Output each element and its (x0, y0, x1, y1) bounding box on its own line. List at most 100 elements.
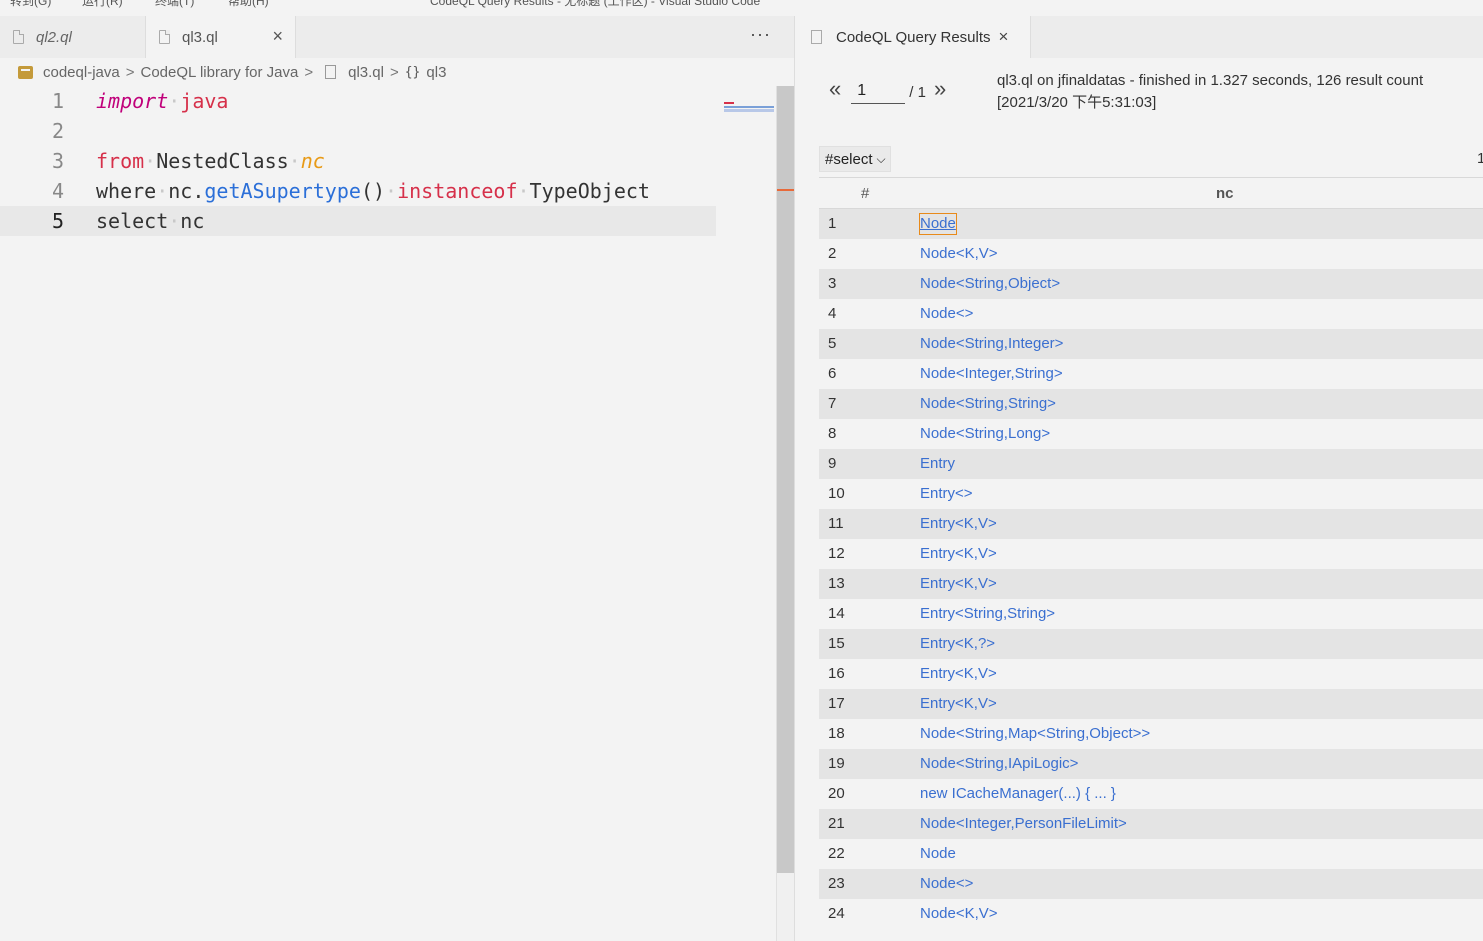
result-link[interactable]: Node<Integer,PersonFileLimit> (920, 809, 1127, 839)
minimap[interactable] (722, 102, 776, 114)
result-link[interactable]: Entry<K,V> (920, 659, 997, 689)
code-token: java (180, 89, 229, 113)
result-set-select[interactable]: #select ⌵ (819, 146, 891, 172)
table-header: # nc (819, 177, 1483, 209)
menu-help[interactable]: 帮助(H) (228, 0, 269, 9)
table-row: 20 new ICacheManager(...) { ... } (819, 779, 1483, 809)
table-row: 3 Node<String,Object> (819, 269, 1483, 299)
code-token: instanceof (397, 179, 518, 203)
line-number: 3 (51, 149, 64, 173)
tab-codeql-results[interactable]: CodeQL Query Results × (795, 16, 1031, 58)
menu-terminal[interactable]: 终端(T) (155, 0, 194, 9)
editor-tabbar: ql2.ql ql3.ql × ··· (0, 16, 794, 58)
row-index: 14 (828, 605, 845, 622)
code-editor[interactable]: 1 import·java 2 3 from·NestedClass·nc 4 where·… (0, 86, 776, 941)
result-link[interactable]: Node<String,IApiLogic> (920, 749, 1078, 779)
result-link[interactable]: Node<> (920, 869, 973, 899)
result-count-edge: 1 (1477, 150, 1483, 167)
result-link[interactable]: Node<> (920, 299, 973, 329)
row-index: 12 (828, 545, 845, 562)
breadcrumb-root[interactable]: codeql-java (43, 64, 120, 81)
row-index: 11 (828, 515, 844, 532)
result-link[interactable]: Node (919, 213, 957, 235)
result-link[interactable]: Node<Integer,String> (920, 359, 1063, 389)
code-token: select (96, 209, 169, 233)
tab-ql3[interactable]: ql3.ql × (146, 16, 296, 58)
result-link[interactable]: Entry<K,?> (920, 629, 995, 659)
result-link[interactable]: Node<String,Long> (920, 419, 1050, 449)
breadcrumb-symbol[interactable]: ql3 (426, 64, 446, 81)
code-text: select·nc (96, 206, 204, 236)
result-link[interactable]: Node<String,Map<String,Object>> (920, 719, 1150, 749)
table-row: 17 Entry<K,V> (819, 689, 1483, 719)
code-line[interactable]: 2 (0, 116, 716, 146)
code-text: import·java (96, 86, 228, 116)
tab-label: ql3.ql (182, 28, 218, 46)
row-index: 24 (828, 905, 845, 922)
code-token: nc. (168, 179, 205, 203)
scrollbar-thumb[interactable] (777, 86, 794, 873)
code-token: () (360, 179, 386, 203)
result-link[interactable]: Node<K,V> (920, 239, 998, 269)
result-link[interactable]: Node<String,Object> (920, 269, 1060, 299)
query-summary: ql3.ql on jfinaldatas - finished in 1.32… (997, 72, 1424, 111)
result-link[interactable]: Entry<K,V> (920, 569, 997, 599)
next-page-icon[interactable]: » (934, 78, 946, 100)
breadcrumb: codeql-java > CodeQL library for Java > … (0, 58, 794, 86)
tab-ql2[interactable]: ql2.ql (0, 16, 146, 58)
editor-scrollbar[interactable] (776, 86, 794, 941)
result-link[interactable]: Node<K,V> (920, 899, 998, 929)
line-number: 1 (51, 89, 64, 113)
close-icon[interactable]: × (999, 27, 1009, 47)
table-row: 1 Node (819, 209, 1483, 239)
column-header-index[interactable]: # (861, 185, 869, 202)
code-line[interactable]: 5 select·nc (0, 206, 716, 236)
result-link[interactable]: Entry<K,V> (920, 689, 997, 719)
table-row: 18 Node<String,Map<String,Object>> (819, 719, 1483, 749)
menu-run[interactable]: 运行(R) (82, 0, 123, 9)
results-table: # nc 1 Node 2 Node<K,V> 3 Node<String,Object>… (819, 177, 1483, 929)
result-link[interactable]: Node (920, 839, 956, 869)
breadcrumb-file[interactable]: ql3.ql (348, 64, 384, 81)
result-link[interactable]: Entry<K,V> (920, 539, 997, 569)
prev-page-icon[interactable]: « (829, 78, 841, 100)
file-icon (159, 30, 170, 44)
chevron-right-icon: > (125, 63, 135, 81)
menu-goto[interactable]: 转到(G) (10, 0, 51, 9)
code-line[interactable]: 3 from·NestedClass·nc (0, 146, 716, 176)
table-row: 7 Node<String,String> (819, 389, 1483, 419)
code-token: · (144, 149, 157, 173)
code-line[interactable]: 4 where·nc.getASupertype()·instanceof·Typ… (0, 176, 716, 206)
result-link[interactable]: new ICacheManager(...) { ... } (920, 779, 1116, 809)
result-link[interactable]: Entry<String,String> (920, 599, 1055, 629)
chevron-right-icon: > (389, 63, 399, 81)
folder-icon (18, 65, 33, 79)
page-input[interactable] (851, 78, 906, 104)
table-row: 22 Node (819, 839, 1483, 869)
table-row: 23 Node<> (819, 869, 1483, 899)
breadcrumb-library[interactable]: CodeQL library for Java (140, 64, 298, 81)
row-index: 21 (828, 815, 845, 832)
line-number: 2 (51, 119, 64, 143)
file-icon (325, 65, 337, 79)
result-link[interactable]: Entry (920, 449, 955, 479)
select-label: #select (825, 150, 873, 168)
column-header-nc[interactable]: nc (1216, 185, 1234, 202)
result-link[interactable]: Node<String,Integer> (920, 329, 1063, 359)
row-index: 18 (828, 725, 845, 742)
more-actions-icon[interactable]: ··· (750, 24, 771, 45)
result-link[interactable]: Entry<> (920, 479, 973, 509)
chevron-down-icon: ⌵ (876, 151, 886, 166)
close-icon[interactable]: × (272, 26, 283, 47)
code-token: · (168, 89, 181, 113)
title-bar: 转到(G) 运行(R) 终端(T) 帮助(H) CodeQL Query Res… (0, 0, 1483, 16)
code-token: · (168, 209, 181, 233)
row-index: 4 (828, 305, 837, 322)
result-link[interactable]: Node<String,String> (920, 389, 1056, 419)
result-link[interactable]: Entry<K,V> (920, 509, 997, 539)
row-index: 8 (828, 425, 837, 442)
code-line[interactable]: 1 import·java (0, 86, 716, 116)
table-row: 5 Node<String,Integer> (819, 329, 1483, 359)
table-row: 8 Node<String,Long> (819, 419, 1483, 449)
code-token: nc (180, 209, 205, 233)
